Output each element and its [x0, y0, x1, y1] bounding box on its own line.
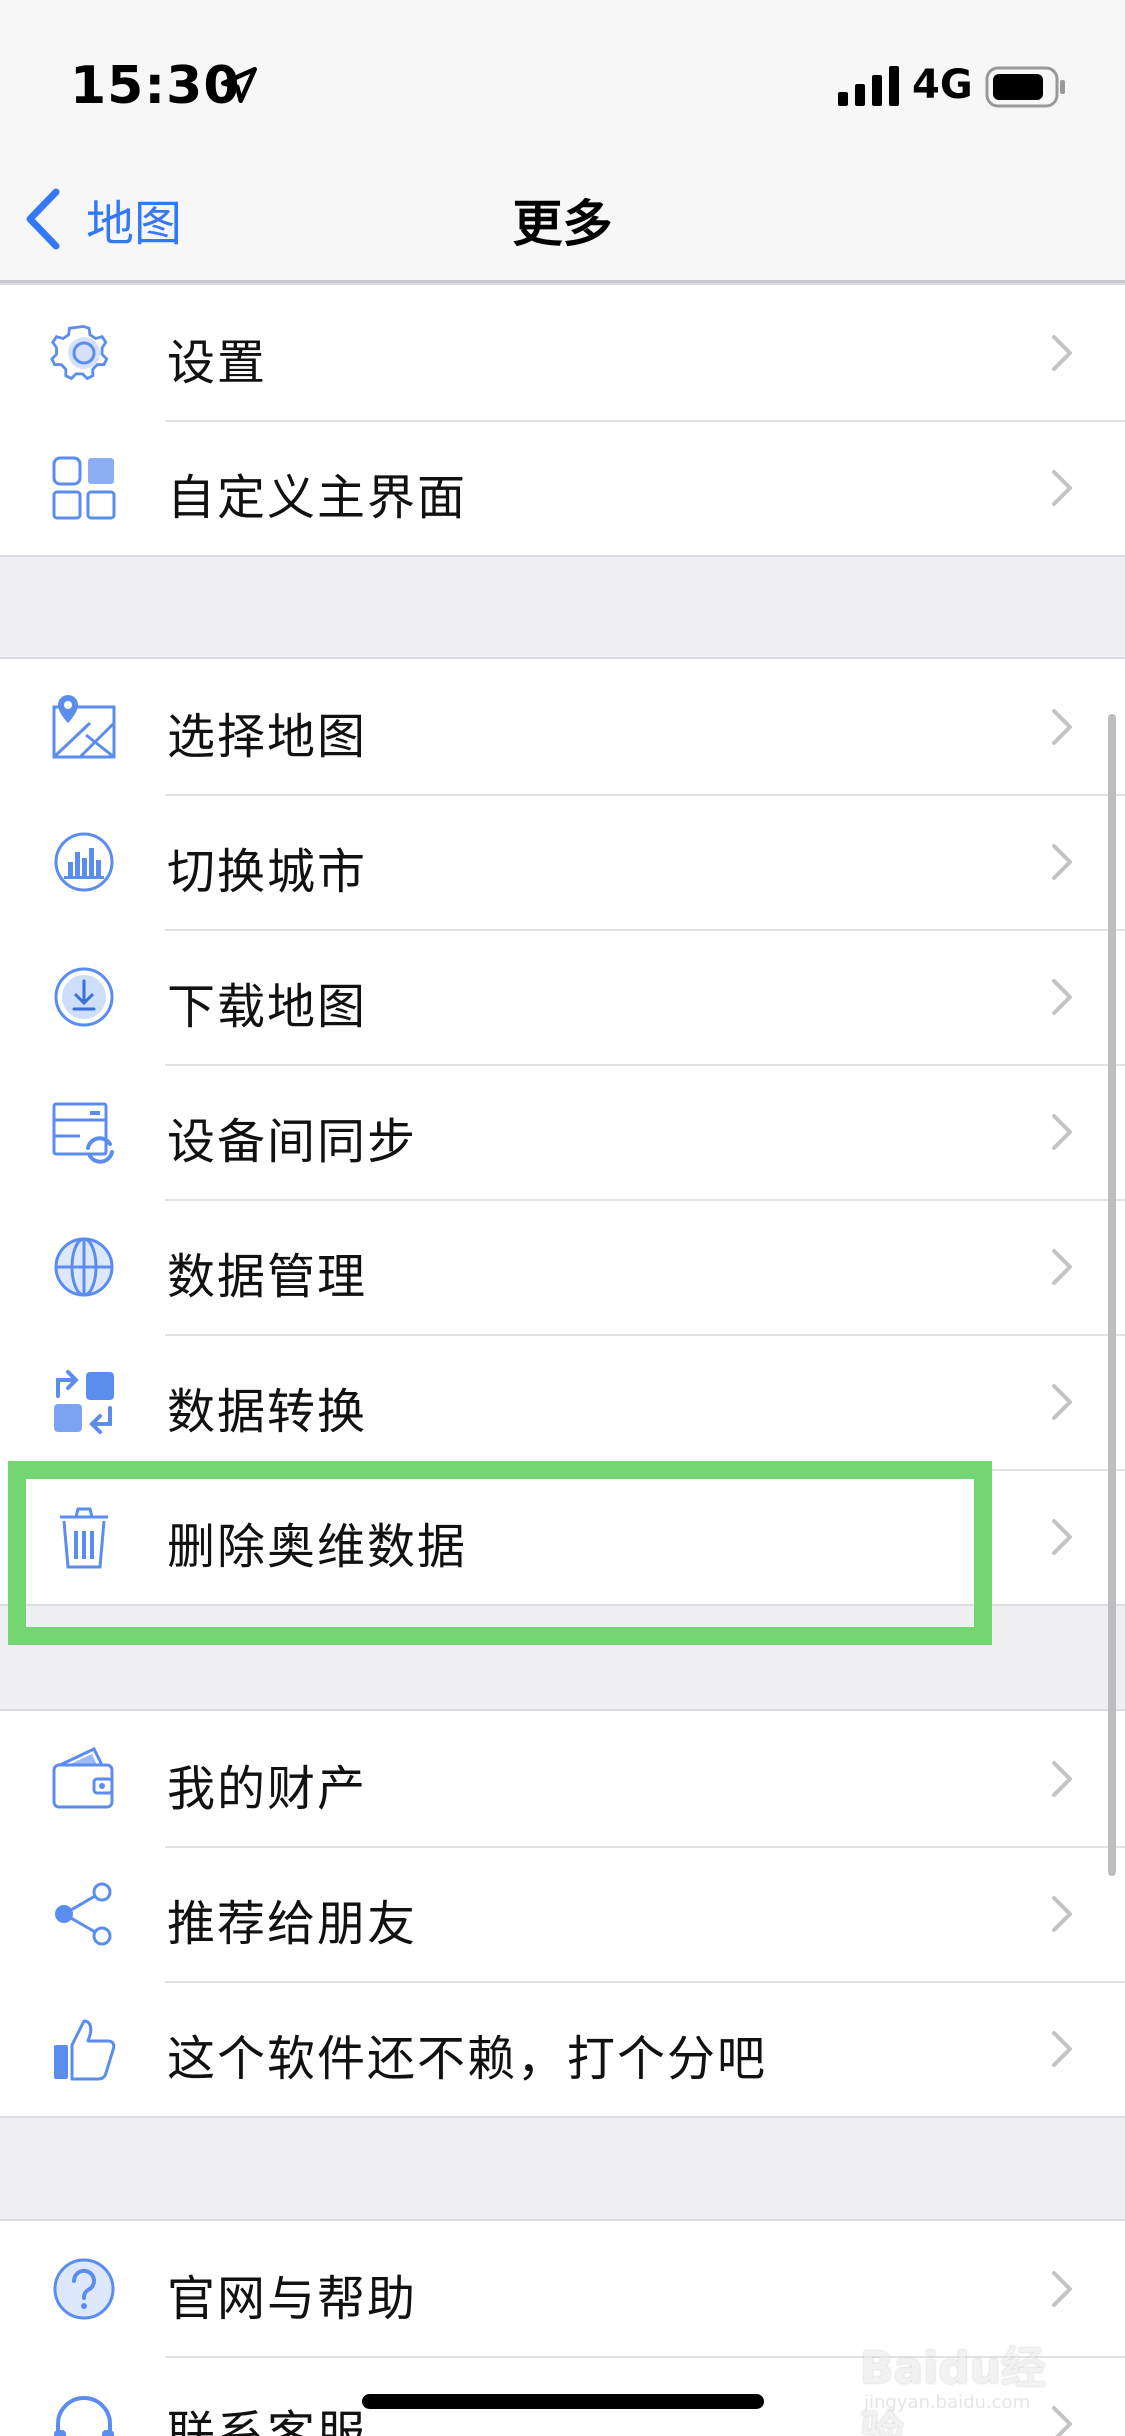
chevron-right-icon: [1052, 2031, 1072, 2067]
list-item-label: 设备间同步: [167, 1114, 418, 1170]
chevron-right-icon: [1052, 979, 1072, 1015]
list-item-data-convert[interactable]: 数据转换: [0, 1334, 1125, 1469]
list-item-device-sync[interactable]: 设备间同步: [0, 1064, 1125, 1199]
home-indicator[interactable]: [362, 2394, 764, 2409]
list-item-label: 下载地图: [167, 979, 368, 1035]
chevron-right-icon: [1052, 2271, 1072, 2307]
chevron-right-icon: [1052, 1761, 1072, 1797]
settings-group: 设置 自定义主界面: [0, 283, 1125, 557]
thumbs-up-icon: [44, 2015, 124, 2083]
chevron-right-icon: [1052, 1384, 1072, 1420]
list-item-settings[interactable]: 设置: [0, 285, 1125, 420]
city-icon: [44, 828, 124, 896]
list-item-label: 数据管理: [167, 1249, 368, 1305]
list-item-rate-app[interactable]: 这个软件还不赖，打个分吧: [0, 1981, 1125, 2116]
page-title: 更多: [512, 195, 613, 253]
network-type: 4G: [912, 62, 973, 108]
list-item-website-help[interactable]: 官网与帮助: [0, 2221, 1125, 2356]
chevron-right-icon: [1052, 1896, 1072, 1932]
list-item-recommend-friends[interactable]: 推荐给朋友: [0, 1846, 1125, 1981]
list-item-label: 联系客服: [167, 2406, 368, 2436]
chevron-right-icon: [1052, 2406, 1072, 2436]
battery-icon: [985, 66, 1065, 108]
list-item-label: 推荐给朋友: [167, 1896, 418, 1952]
headset-icon: [44, 2390, 124, 2436]
list-item-data-management[interactable]: 数据管理: [0, 1199, 1125, 1334]
help-icon: [44, 2255, 124, 2323]
list-item-label: 删除奥维数据: [167, 1519, 468, 1575]
list-item-choose-map[interactable]: 选择地图: [0, 659, 1125, 794]
list-item-label: 我的财产: [167, 1761, 368, 1817]
convert-icon: [44, 1368, 124, 1436]
list-item-label: 切换城市: [167, 844, 368, 900]
list-item-switch-city[interactable]: 切换城市: [0, 794, 1125, 929]
list-item-download-map[interactable]: 下载地图: [0, 929, 1125, 1064]
status-bar: 15:30 4G: [0, 0, 1125, 150]
wallet-icon: [44, 1745, 124, 1813]
chevron-right-icon: [1052, 1519, 1072, 1555]
cellular-signal-icon: [838, 66, 899, 106]
more-screen: 15:30 4G 地图 更多 设置 自定义主界面 选择地图 切换城市 下载地图 …: [0, 0, 1125, 2436]
map-pin-icon: [44, 693, 124, 761]
list-item-delete-ovi-data[interactable]: 删除奥维数据: [0, 1469, 1125, 1604]
sync-icon: [44, 1098, 124, 1166]
grid-layout-icon: [44, 454, 124, 522]
chevron-right-icon: [1052, 844, 1072, 880]
chevron-right-icon: [1052, 709, 1072, 745]
download-icon: [44, 963, 124, 1031]
globe-icon: [44, 1233, 124, 1301]
chevron-right-icon: [1052, 335, 1072, 371]
trash-icon: [44, 1503, 124, 1571]
gear-icon: [44, 319, 124, 387]
chevron-right-icon: [1052, 1249, 1072, 1285]
scroll-indicator[interactable]: [1108, 714, 1116, 1876]
status-time: 15:30: [70, 56, 241, 116]
list-item-customize-home[interactable]: 自定义主界面: [0, 420, 1125, 555]
chevron-right-icon: [1052, 1114, 1072, 1150]
navigation-bar: 地图 更多: [0, 150, 1125, 283]
list-item-label: 设置: [167, 335, 268, 391]
list-item-label: 这个软件还不赖，打个分吧: [167, 2031, 768, 2087]
list-item-label: 数据转换: [167, 1384, 368, 1440]
list-item-label: 选择地图: [167, 709, 368, 765]
account-group: 我的财产 推荐给朋友 这个软件还不赖，打个分吧: [0, 1709, 1125, 2118]
map-data-group: 选择地图 切换城市 下载地图 设备间同步 数据管理 数据转换 删除奥维数据: [0, 657, 1125, 1606]
list-item-label: 自定义主界面: [167, 470, 468, 526]
share-icon: [44, 1880, 124, 1948]
list-item-label: 官网与帮助: [167, 2271, 418, 2327]
chevron-right-icon: [1052, 470, 1072, 506]
location-arrow-icon: [220, 66, 258, 104]
list-item-my-assets[interactable]: 我的财产: [0, 1711, 1125, 1846]
